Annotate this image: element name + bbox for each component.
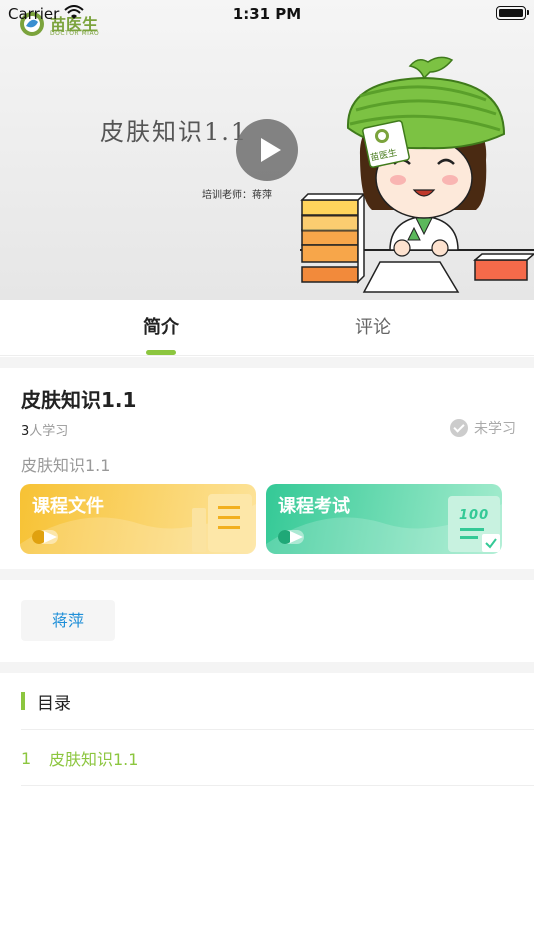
teacher-tag[interactable]: 蒋萍 [21,600,115,641]
active-tab-indicator [146,350,176,355]
catalog-header: 目录 [21,690,71,714]
logo-subtext: DOCTOR MIAO [50,30,100,37]
course-description: 皮肤知识1.1 [21,456,111,475]
play-button[interactable] [236,119,298,181]
catalog-item-index: 1 [21,748,32,768]
tab-intro[interactable]: 简介 [91,300,231,356]
video-title: 皮肤知识1.1 [100,118,249,146]
catalog-accent-bar [21,692,25,710]
section-divider [0,569,534,580]
tab-bar: 简介 评论 [0,300,534,356]
play-toggle-icon [32,530,58,544]
check-circle-icon [450,419,468,437]
play-toggle-icon [278,530,304,544]
video-teacher-line: 培训老师：蒋萍 [202,190,272,201]
course-exam-card[interactable]: 100 课程考试 [266,484,502,554]
study-status: 未学习 [450,418,516,438]
course-exam-label: 课程考试 [278,496,350,517]
learner-count-suffix: 人学习 [29,424,69,439]
learner-count: 3人学习 [21,420,68,439]
catalog-item[interactable]: 1 皮肤知识1.1 [21,746,138,770]
clock: 1:31 PM [232,5,302,23]
status-bar: Carrier 1:31 PM [0,0,534,28]
course-title: 皮肤知识1.1 [21,388,137,412]
battery-icon [496,6,529,20]
section-divider [0,662,534,673]
doctor-girl-illustration [300,56,534,293]
catalog-title: 目录 [37,693,71,714]
course-files-label: 课程文件 [32,496,104,517]
study-status-label: 未学习 [474,421,516,437]
video-player[interactable]: 苗医生 DOCTOR MIAO 皮肤知识1.1 培训老师：蒋萍 苗医生 [0,0,534,300]
catalog-item-title: 皮肤知识1.1 [49,750,139,769]
catalog-divider [21,785,534,786]
tab-comment[interactable]: 评论 [303,300,443,356]
exam-score-text: 100 [459,508,490,523]
section-divider [0,357,534,368]
course-files-card[interactable]: 课程文件 [20,484,256,554]
catalog-divider [21,729,534,730]
